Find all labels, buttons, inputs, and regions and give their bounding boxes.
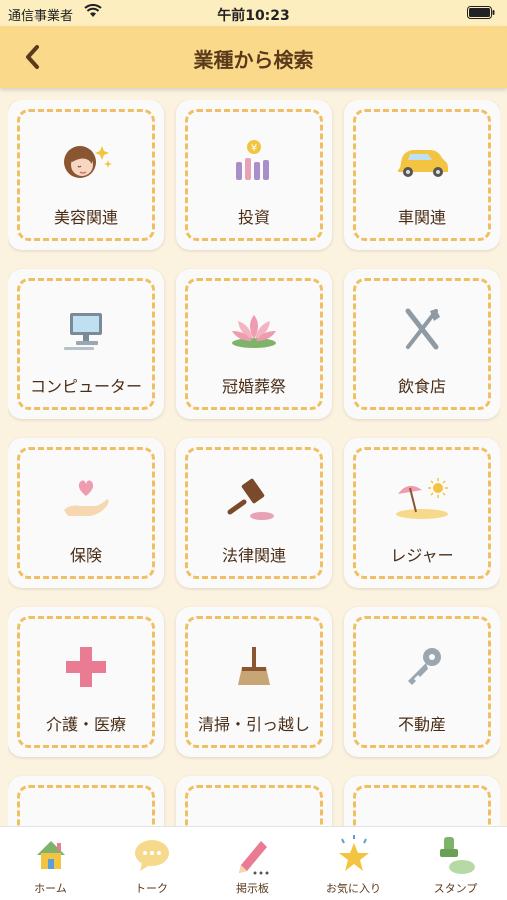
category-card-computer[interactable]: コンピューター	[8, 269, 164, 419]
category-label: 美容関連	[53, 208, 118, 227]
battery-icon	[467, 6, 495, 23]
tab-label: トーク	[135, 882, 168, 895]
category-label: 保険	[69, 546, 102, 565]
investment-chart-icon: ¥	[224, 138, 284, 182]
tab-label: お気に入り	[326, 882, 381, 895]
star-icon	[334, 835, 374, 875]
category-card-beauty[interactable]: 美容関連	[8, 100, 164, 250]
category-label: 介護・医療	[45, 715, 126, 734]
chat-bubble-icon	[132, 835, 172, 875]
category-label: 飲食店	[397, 377, 446, 396]
tab-board[interactable]: 掲示板	[202, 827, 303, 900]
medical-cross-icon	[56, 645, 116, 689]
gavel-icon	[224, 476, 284, 520]
beach-umbrella-icon	[392, 476, 452, 520]
category-card-partial[interactable]	[344, 776, 500, 826]
svg-text:¥: ¥	[251, 143, 257, 154]
stamp-icon	[436, 835, 476, 875]
category-card-car[interactable]: 車関連	[344, 100, 500, 250]
tab-talk[interactable]: トーク	[101, 827, 202, 900]
tab-favorites[interactable]: お気に入り	[303, 827, 404, 900]
category-label: 法律関連	[221, 546, 286, 565]
computer-icon	[56, 307, 116, 351]
lotus-icon	[224, 307, 284, 351]
tab-label: スタンプ	[433, 882, 478, 895]
status-bar: 通信事業者 午前10:23	[0, 0, 507, 26]
car-icon	[392, 138, 452, 182]
category-card-partial[interactable]	[8, 776, 164, 826]
key-icon	[392, 645, 452, 689]
bottom-tab-bar: ホーム トーク 掲示板 お気に入り スタンプ	[0, 826, 507, 900]
category-card-legal[interactable]: 法律関連	[176, 438, 332, 588]
category-card-leisure[interactable]: レジャー	[344, 438, 500, 588]
category-label: コンピューター	[29, 377, 142, 396]
broom-icon	[224, 645, 284, 689]
category-card-insurance[interactable]: 保険	[8, 438, 164, 588]
category-grid: 美容関連 ¥ 投資 車関連 コンピューター 冠婚葬祭 飲食店 保険 法律関連 レ…	[8, 100, 500, 826]
home-icon	[31, 835, 71, 875]
category-card-investment[interactable]: ¥ 投資	[176, 100, 332, 250]
tab-stamp[interactable]: スタンプ	[404, 827, 507, 900]
category-card-real-estate[interactable]: 不動産	[344, 607, 500, 757]
page-title: 業種から検索	[193, 48, 314, 72]
category-card-care-medical[interactable]: 介護・医療	[8, 607, 164, 757]
category-label: レジャー	[390, 546, 454, 565]
clock-time: 午前10:23	[217, 8, 290, 24]
navigation-header: 業種から検索	[0, 26, 507, 88]
sparkle-icon	[392, 814, 452, 826]
gear-icon	[224, 814, 284, 826]
category-card-cleaning-moving[interactable]: 清掃・引っ越し	[176, 607, 332, 757]
category-label: 車関連	[397, 208, 446, 227]
pencil-icon	[233, 835, 273, 875]
category-card-ceremonies[interactable]: 冠婚葬祭	[176, 269, 332, 419]
beauty-woman-icon	[56, 138, 116, 182]
category-label: 冠婚葬祭	[221, 377, 286, 396]
fork-knife-icon	[392, 307, 452, 351]
tab-label: 掲示板	[236, 882, 269, 895]
heart-hand-icon	[56, 476, 116, 520]
tab-label: ホーム	[34, 882, 67, 895]
category-label: 不動産	[397, 715, 446, 734]
tab-home[interactable]: ホーム	[0, 827, 101, 900]
category-card-partial[interactable]	[176, 776, 332, 826]
helmet-icon	[56, 814, 116, 826]
category-card-restaurant[interactable]: 飲食店	[344, 269, 500, 419]
category-label: 清掃・引っ越し	[197, 715, 310, 734]
category-label: 投資	[237, 208, 270, 227]
